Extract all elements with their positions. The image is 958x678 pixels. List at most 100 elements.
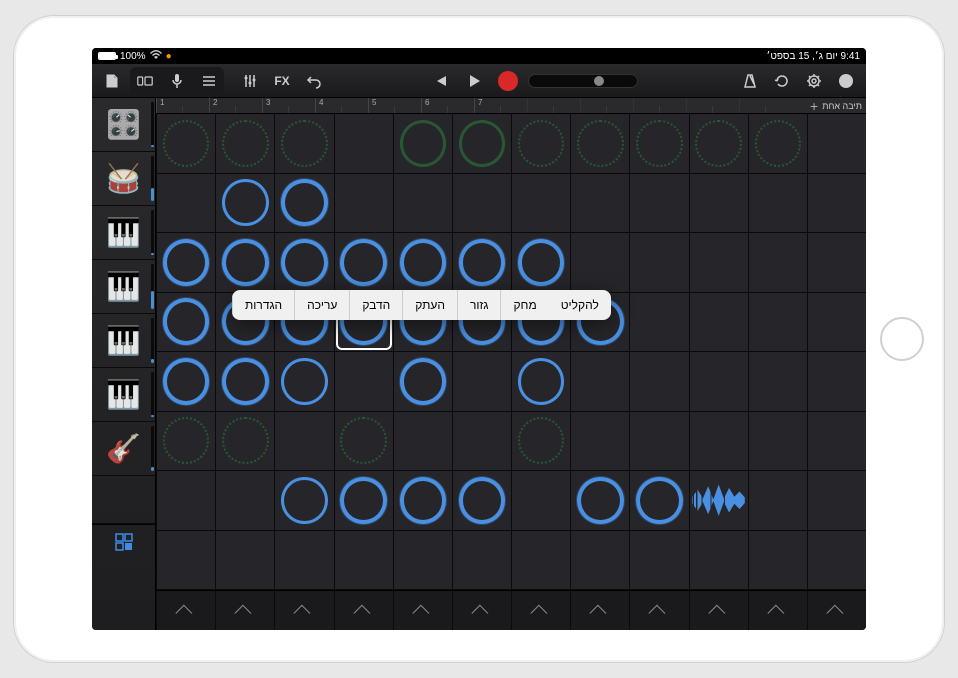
mic-button[interactable] — [163, 68, 191, 94]
loop-cell[interactable] — [215, 352, 274, 411]
mixer-button[interactable] — [236, 68, 264, 94]
column-trigger[interactable] — [629, 591, 688, 630]
loop-cell[interactable] — [511, 114, 570, 173]
track-header-drum-machine[interactable]: 🎛️ — [92, 98, 155, 152]
loop-cell[interactable] — [452, 471, 511, 530]
context-menu-item[interactable]: מחק — [500, 290, 548, 320]
column-trigger[interactable] — [511, 591, 570, 630]
rewind-button[interactable] — [426, 68, 454, 94]
loop-cell[interactable] — [570, 174, 629, 233]
loop-cell[interactable] — [393, 531, 452, 590]
record-button[interactable] — [494, 68, 522, 94]
loop-cell[interactable] — [156, 114, 215, 173]
track-header-electric-piano[interactable]: 🎹 — [92, 314, 155, 368]
loop-cell[interactable] — [570, 412, 629, 471]
loop-cell[interactable] — [334, 471, 393, 530]
loop-cell[interactable] — [215, 114, 274, 173]
loop-cell[interactable] — [511, 174, 570, 233]
tracks-button[interactable] — [195, 68, 223, 94]
loop-cell[interactable] — [452, 174, 511, 233]
loop-cell[interactable] — [452, 114, 511, 173]
loop-cell[interactable] — [452, 531, 511, 590]
column-trigger[interactable] — [748, 591, 807, 630]
loop-cell[interactable] — [156, 352, 215, 411]
ruler-mark[interactable]: 4 — [315, 98, 368, 113]
loop-cell[interactable] — [274, 233, 333, 292]
loop-cell[interactable] — [570, 471, 629, 530]
loop-cell[interactable] — [274, 412, 333, 471]
loop-cell[interactable] — [629, 412, 688, 471]
loop-cell[interactable] — [334, 531, 393, 590]
column-trigger[interactable] — [334, 591, 393, 630]
loop-cell[interactable] — [570, 114, 629, 173]
column-trigger[interactable] — [274, 591, 333, 630]
loop-cell[interactable] — [689, 174, 748, 233]
add-section-icon[interactable]: + — [810, 98, 818, 114]
loop-cell[interactable] — [452, 352, 511, 411]
section-label[interactable]: תיבה אחת — [822, 101, 862, 111]
loop-cell[interactable] — [807, 352, 866, 411]
loop-cell[interactable] — [511, 412, 570, 471]
loop-cell[interactable] — [156, 412, 215, 471]
loop-cell[interactable] — [156, 471, 215, 530]
loop-cell[interactable] — [570, 531, 629, 590]
loop-cell[interactable] — [629, 531, 688, 590]
loop-cell[interactable] — [215, 233, 274, 292]
track-header-bass-guitar[interactable]: 🎸 — [92, 422, 155, 476]
loop-cell[interactable] — [689, 352, 748, 411]
browser-button[interactable] — [131, 68, 159, 94]
loop-cell[interactable] — [452, 412, 511, 471]
loop-cell[interactable] — [274, 174, 333, 233]
grid-view-toggle[interactable] — [92, 524, 155, 564]
context-menu-item[interactable]: עריכה — [294, 290, 349, 320]
loop-cell[interactable] — [748, 471, 807, 530]
home-button[interactable] — [880, 317, 924, 361]
loop-cell[interactable] — [807, 114, 866, 173]
track-header-grand-piano[interactable]: 🎹 — [92, 260, 155, 314]
loop-cell[interactable] — [274, 352, 333, 411]
column-trigger[interactable] — [393, 591, 452, 630]
loop-cell[interactable] — [629, 233, 688, 292]
loop-cell[interactable] — [334, 412, 393, 471]
loop-cell[interactable] — [215, 471, 274, 530]
column-trigger[interactable] — [156, 591, 215, 630]
column-trigger[interactable] — [570, 591, 629, 630]
loop-cell[interactable] — [511, 471, 570, 530]
loop-cell[interactable] — [689, 471, 748, 530]
loop-cell[interactable] — [393, 174, 452, 233]
loop-cell[interactable] — [807, 233, 866, 292]
ruler-mark[interactable]: 2 — [209, 98, 262, 113]
play-button[interactable] — [460, 68, 488, 94]
loop-cell[interactable] — [334, 114, 393, 173]
ruler-mark[interactable]: 6 — [421, 98, 474, 113]
fx-button[interactable]: FX — [268, 68, 296, 94]
loop-cell[interactable] — [748, 114, 807, 173]
loop-cell[interactable] — [393, 412, 452, 471]
loop-browser-button[interactable] — [768, 68, 796, 94]
loop-cell[interactable] — [215, 531, 274, 590]
loop-cell[interactable] — [334, 174, 393, 233]
loop-cell[interactable] — [393, 352, 452, 411]
loop-cell[interactable] — [215, 412, 274, 471]
loop-cell[interactable] — [629, 174, 688, 233]
track-header-sampler[interactable]: 🎹 — [92, 206, 155, 260]
loop-cell[interactable] — [748, 293, 807, 352]
loop-cell[interactable] — [748, 531, 807, 590]
undo-button[interactable] — [300, 68, 328, 94]
playhead-scrubber[interactable] — [528, 74, 638, 88]
loop-cell[interactable] — [511, 531, 570, 590]
timeline-ruler[interactable]: 1234567 + תיבה אחת — [156, 98, 866, 114]
context-menu-item[interactable]: גזור — [457, 290, 500, 320]
loop-cell[interactable] — [156, 174, 215, 233]
track-header-percussion[interactable]: 🥁 — [92, 152, 155, 206]
loop-cell[interactable] — [274, 114, 333, 173]
loop-cell[interactable] — [511, 352, 570, 411]
loop-cell[interactable] — [807, 174, 866, 233]
ruler-mark[interactable]: 7 — [474, 98, 527, 113]
loop-cell[interactable] — [689, 412, 748, 471]
loop-cell[interactable] — [629, 352, 688, 411]
track-header-keyboard[interactable]: 🎹 — [92, 368, 155, 422]
ruler-mark[interactable]: 5 — [368, 98, 421, 113]
column-trigger[interactable] — [452, 591, 511, 630]
context-menu-item[interactable]: העתק — [402, 290, 457, 320]
